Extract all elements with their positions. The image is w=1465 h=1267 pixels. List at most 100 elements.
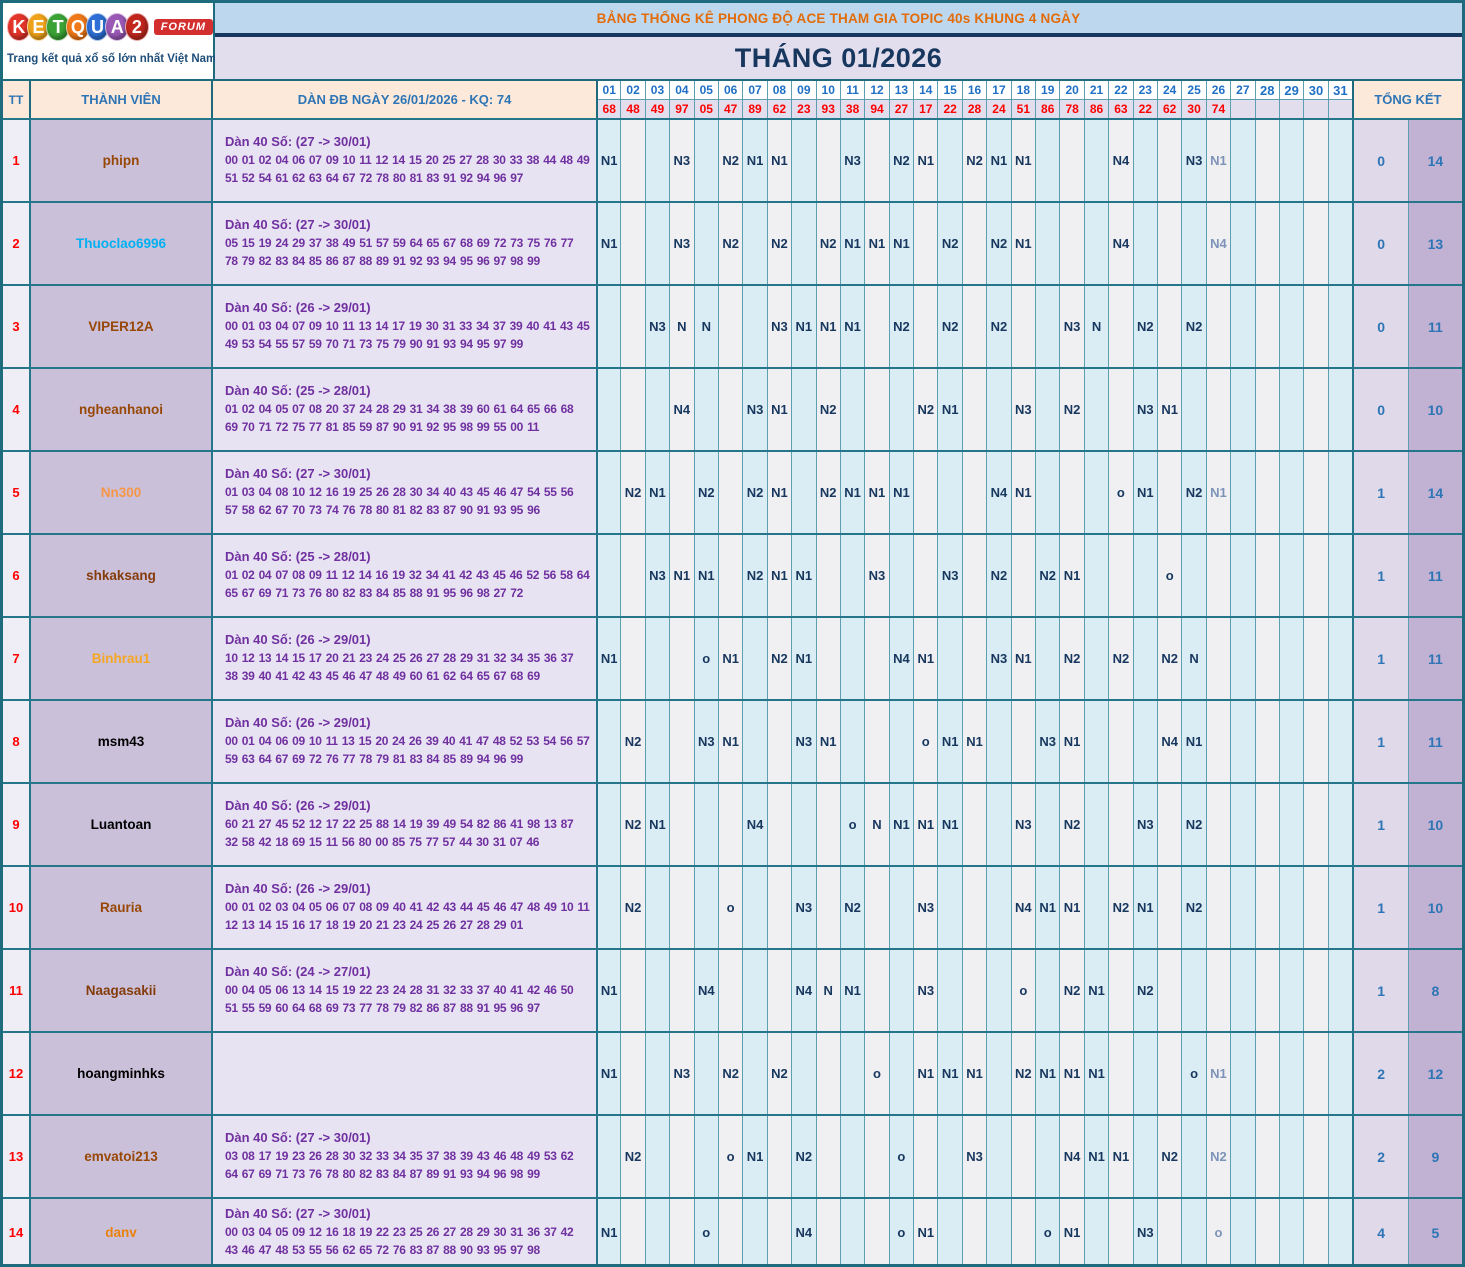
- day-cell-14: [913, 286, 937, 367]
- total-hits: 13: [1408, 203, 1462, 284]
- day-cell-08: N1: [767, 369, 791, 450]
- day-cell-10: [816, 535, 840, 616]
- day-cell-29: [1279, 1116, 1303, 1197]
- table-row: 3VIPER12ADàn 40 Số: (26 -> 29/01)00 01 0…: [3, 284, 1462, 367]
- day-cell-15: N2: [937, 286, 961, 367]
- day-cell-08: N3: [767, 286, 791, 367]
- day-cell-24: o: [1157, 535, 1181, 616]
- total-miss: 1: [1352, 784, 1408, 865]
- dan-range-title: Dàn 40 Số: (26 -> 29/01): [225, 798, 371, 813]
- day-cell-29: [1279, 203, 1303, 284]
- total-hits: 10: [1408, 867, 1462, 948]
- day-cell-31: [1328, 1116, 1352, 1197]
- day-header-29: 29: [1279, 81, 1303, 118]
- day-number: 29: [1280, 81, 1303, 100]
- day-header-10: 1093: [816, 81, 840, 118]
- day-cell-04: [669, 452, 693, 533]
- day-cell-05: o: [694, 618, 718, 699]
- day-cell-20: N2: [1059, 369, 1083, 450]
- day-cell-15: N1: [937, 369, 961, 450]
- day-header-09: 0923: [791, 81, 815, 118]
- day-cell-19: [1035, 1116, 1059, 1197]
- member-name: Luantoan: [29, 784, 211, 865]
- day-cell-05: [694, 784, 718, 865]
- logo-letter: 2: [125, 13, 149, 41]
- day-cell-14: [913, 203, 937, 284]
- day-cell-29: [1279, 867, 1303, 948]
- day-cell-13: N1: [889, 203, 913, 284]
- day-cell-22: N4: [1108, 203, 1132, 284]
- day-cell-04: N3: [669, 203, 693, 284]
- dan-range-title: Dàn 40 Số: (26 -> 29/01): [225, 632, 371, 647]
- day-cell-28: [1255, 701, 1279, 782]
- day-cell-22: N2: [1108, 618, 1132, 699]
- day-cell-21: [1084, 203, 1108, 284]
- day-cell-02: N2: [620, 452, 644, 533]
- day-cell-29: [1279, 950, 1303, 1031]
- dan-cell: Dàn 40 Số: (26 -> 29/01)00 01 02 03 04 0…: [211, 867, 596, 948]
- day-cell-14: N2: [913, 369, 937, 450]
- day-cell-12: N1: [864, 452, 888, 533]
- table-row: 4ngheanhanoiDàn 40 Số: (25 -> 28/01)01 0…: [3, 367, 1462, 450]
- day-result: 93: [817, 100, 840, 118]
- day-result: 51: [1012, 100, 1035, 118]
- day-cell-02: [620, 950, 644, 1031]
- total-miss: 1: [1352, 950, 1408, 1031]
- day-number: 12: [865, 81, 888, 100]
- day-cell-21: [1084, 452, 1108, 533]
- day-cell-14: o: [913, 701, 937, 782]
- day-cell-02: N2: [620, 867, 644, 948]
- day-cell-16: [962, 286, 986, 367]
- day-cell-18: [1011, 535, 1035, 616]
- day-number: 18: [1012, 81, 1035, 100]
- day-cell-06: [718, 950, 742, 1031]
- day-cell-12: [864, 369, 888, 450]
- day-cell-02: [620, 286, 644, 367]
- day-cell-07: [742, 1199, 766, 1266]
- site-logo[interactable]: KETQUA2FORUM Trang kết quả xổ số lớn nhấ…: [3, 3, 215, 79]
- day-number: 21: [1085, 81, 1108, 100]
- day-number: 25: [1182, 81, 1205, 100]
- day-cell-17: [986, 1033, 1010, 1114]
- day-cell-11: N3: [840, 120, 864, 201]
- day-cell-04: [669, 701, 693, 782]
- day-cell-11: [840, 618, 864, 699]
- day-cell-16: N1: [962, 1033, 986, 1114]
- day-cell-07: [742, 701, 766, 782]
- total-miss: 1: [1352, 701, 1408, 782]
- logo-tagline: Trang kết quả xổ số lớn nhất Việt Nam: [7, 53, 213, 65]
- day-cell-02: N2: [620, 701, 644, 782]
- day-cell-01: [596, 535, 620, 616]
- day-cell-26: [1206, 867, 1230, 948]
- day-header-11: 1138: [840, 81, 864, 118]
- day-cell-28: [1255, 867, 1279, 948]
- day-cell-09: N3: [791, 701, 815, 782]
- dan-numbers: 01 03 04 08 10 12 16 19 25 26 28 30 34 4…: [225, 483, 590, 519]
- day-cell-23: [1133, 618, 1157, 699]
- day-number: 16: [963, 81, 986, 100]
- day-cell-12: [864, 120, 888, 201]
- day-cell-16: N2: [962, 120, 986, 201]
- day-cell-18: N1: [1011, 452, 1035, 533]
- day-result: 68: [598, 100, 620, 118]
- member-name: ngheanhanoi: [29, 369, 211, 450]
- forum-badge: FORUM: [154, 19, 213, 35]
- day-cell-17: [986, 950, 1010, 1031]
- day-cell-10: [816, 1033, 840, 1114]
- day-header-14: 1417: [913, 81, 937, 118]
- day-header-28: 28: [1255, 81, 1279, 118]
- header-member: THÀNH VIÊN: [29, 81, 211, 118]
- day-header-03: 0349: [645, 81, 669, 118]
- day-result: 94: [865, 100, 888, 118]
- day-cell-12: N: [864, 784, 888, 865]
- day-cell-21: [1084, 867, 1108, 948]
- member-name: Binhrau1: [29, 618, 211, 699]
- day-number: 28: [1256, 81, 1279, 100]
- day-cell-20: [1059, 452, 1083, 533]
- row-index: 6: [3, 535, 29, 616]
- day-cell-03: [645, 701, 669, 782]
- day-cell-14: N1: [913, 618, 937, 699]
- dan-range-title: Dàn 40 Số: (25 -> 28/01): [225, 549, 371, 564]
- day-cell-10: [816, 784, 840, 865]
- day-cell-16: [962, 950, 986, 1031]
